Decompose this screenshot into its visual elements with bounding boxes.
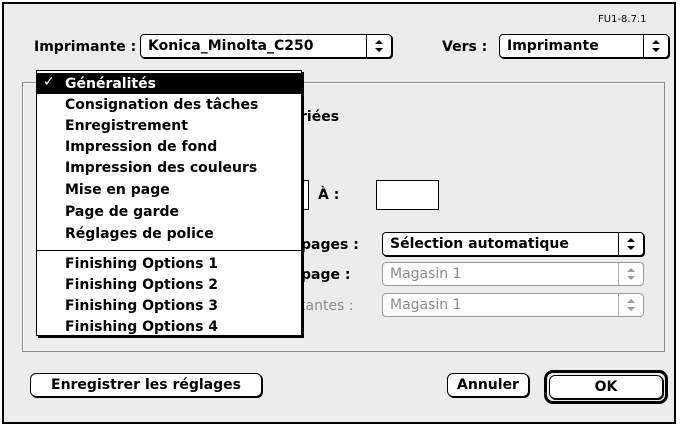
first-page-popup[interactable]: Sélection automatique (382, 232, 644, 256)
menu-item-finishing-2[interactable]: Finishing Options 2 (37, 274, 301, 295)
printer-value: Konica_Minolta_C250 (148, 38, 314, 54)
destination-popup[interactable]: Imprimante (499, 34, 669, 58)
menu-item-label: Consignation des tâches (65, 96, 259, 113)
print-dialog: FU1-8.7.1 Imprimante : Konica_Minolta_C2… (2, 2, 676, 424)
popup-arrows-icon (366, 35, 391, 57)
to-page-field[interactable] (376, 180, 439, 210)
menu-item-label: Impression de fond (65, 138, 218, 155)
menu-item-finishing-4[interactable]: Finishing Options 4 (37, 316, 301, 337)
first-page-label: pages : (301, 237, 359, 253)
menu-item-label: Réglages de police (65, 225, 214, 242)
menu-item-label: Page de garde (65, 203, 180, 220)
menu-item-impression-couleurs[interactable]: Impression des couleurs (37, 157, 301, 178)
version-label: FU1-8.7.1 (598, 14, 647, 25)
menu-item-enregistrement[interactable]: Enregistrement (37, 115, 301, 136)
menu-item-label: Impression des couleurs (65, 159, 258, 176)
page-source-popup[interactable]: Magasin 1 (382, 262, 644, 286)
menu-item-generalites[interactable]: ✓ Généralités (37, 73, 301, 94)
to-label: À : (318, 187, 340, 203)
menu-item-mise-en-page[interactable]: Mise en page (37, 179, 301, 200)
menu-item-consignation[interactable]: Consignation des tâches (37, 94, 301, 115)
cancel-button[interactable]: Annuler (447, 373, 529, 397)
destination-label: Vers : (442, 39, 488, 55)
menu-item-finishing-3[interactable]: Finishing Options 3 (37, 295, 301, 316)
copies-partial-label: riées (300, 109, 340, 125)
menu-item-label: Finishing Options 3 (65, 297, 219, 314)
page-label: page : (301, 267, 351, 283)
remaining-source-value: Magasin 1 (390, 297, 462, 313)
destination-value: Imprimante (507, 38, 599, 54)
save-settings-button[interactable]: Enregistrer les réglages (30, 373, 262, 397)
popup-arrows-icon (643, 35, 668, 57)
popup-arrows-icon (618, 233, 643, 255)
menu-item-label: Finishing Options 2 (65, 276, 219, 293)
printer-label: Imprimante : (34, 39, 137, 55)
menu-item-finishing-1[interactable]: Finishing Options 1 (37, 253, 301, 274)
menu-item-reglages-police[interactable]: Réglages de police (37, 223, 301, 244)
remaining-pages-label: tantes : (300, 298, 354, 314)
page-source-value: Magasin 1 (390, 266, 462, 282)
ok-button[interactable]: OK (549, 375, 663, 399)
first-page-value: Sélection automatique (390, 236, 569, 252)
panel-popup-menu: ✓ Généralités Consignation des tâches En… (36, 70, 302, 336)
popup-arrows-icon (618, 263, 643, 285)
menu-item-label: Finishing Options 4 (65, 318, 219, 335)
printer-popup[interactable]: Konica_Minolta_C250 (140, 34, 392, 58)
menu-item-page-de-garde[interactable]: Page de garde (37, 201, 301, 222)
menu-item-impression-fond[interactable]: Impression de fond (37, 136, 301, 157)
checkmark-icon: ✓ (43, 74, 55, 90)
menu-separator (37, 250, 301, 251)
menu-item-label: Généralités (65, 75, 156, 92)
menu-item-label: Enregistrement (65, 117, 188, 134)
popup-arrows-icon (618, 294, 643, 316)
remaining-source-popup[interactable]: Magasin 1 (382, 293, 644, 317)
menu-item-label: Mise en page (65, 181, 170, 198)
menu-item-label: Finishing Options 1 (65, 255, 219, 272)
